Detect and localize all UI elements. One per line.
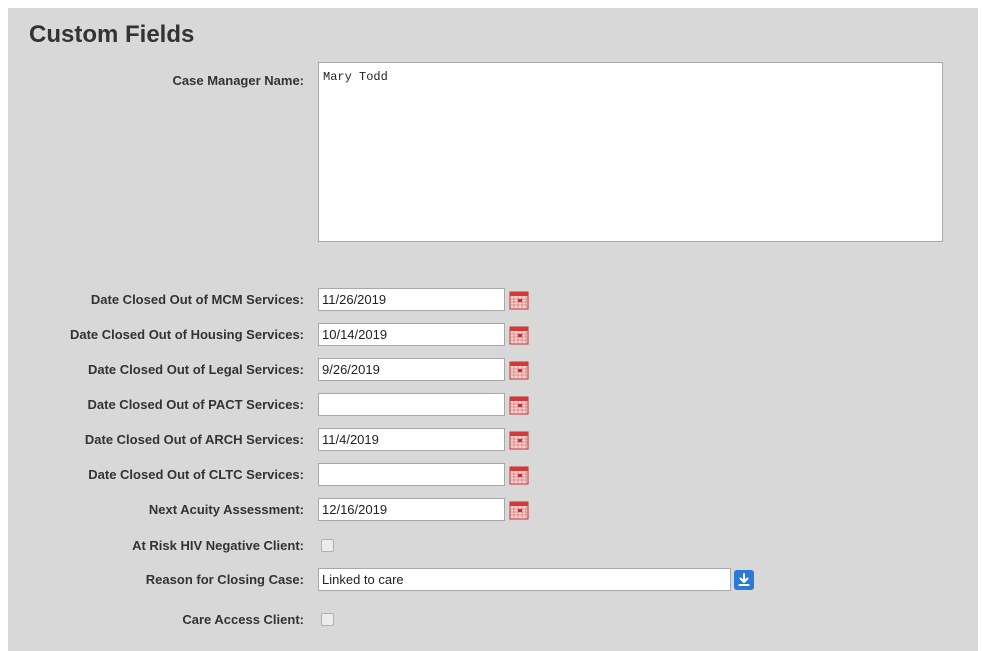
reason-closing-label: Reason for Closing Case:	[145, 572, 304, 587]
calendar-icon[interactable]	[509, 360, 529, 380]
date-label-arch: Date Closed Out of ARCH Services:	[84, 432, 304, 447]
calendar-icon[interactable]	[509, 430, 529, 450]
date-input-acuity[interactable]	[318, 498, 505, 521]
date-input-cltc[interactable]	[318, 463, 505, 486]
date-row-mcm: Date Closed Out of MCM Services:	[8, 288, 978, 312]
calendar-icon[interactable]	[509, 395, 529, 415]
at-risk-row: At Risk HIV Negative Client:	[8, 534, 978, 558]
care-access-checkbox[interactable]	[321, 613, 334, 626]
care-access-row: Care Access Client:	[8, 608, 978, 632]
reason-closing-select[interactable]: Linked to care	[318, 568, 731, 591]
date-label-acuity: Next Acuity Assessment:	[148, 502, 304, 517]
date-input-mcm[interactable]	[318, 288, 505, 311]
date-input-arch[interactable]	[318, 428, 505, 451]
date-row-legal: Date Closed Out of Legal Services:	[8, 358, 978, 382]
date-row-pact: Date Closed Out of PACT Services:	[8, 393, 978, 417]
date-row-arch: Date Closed Out of ARCH Services:	[8, 428, 978, 452]
at-risk-label: At Risk HIV Negative Client:	[132, 538, 304, 553]
download-arrow-icon[interactable]	[734, 570, 754, 590]
calendar-icon[interactable]	[509, 325, 529, 345]
date-label-pact: Date Closed Out of PACT Services:	[87, 397, 304, 412]
date-label-housing: Date Closed Out of Housing Services:	[69, 327, 304, 342]
date-label-mcm: Date Closed Out of MCM Services:	[90, 292, 304, 307]
date-label-cltc: Date Closed Out of CLTC Services:	[88, 467, 304, 482]
date-row-acuity: Next Acuity Assessment:	[8, 498, 978, 522]
calendar-icon[interactable]	[509, 500, 529, 520]
calendar-icon[interactable]	[509, 290, 529, 310]
care-access-label: Care Access Client:	[182, 612, 304, 627]
case-manager-textarea[interactable]: Mary Todd	[318, 62, 943, 242]
reason-closing-row: Reason for Closing Case: Linked to care	[8, 568, 978, 592]
date-input-legal[interactable]	[318, 358, 505, 381]
date-row-cltc: Date Closed Out of CLTC Services:	[8, 463, 978, 487]
custom-fields-panel: Custom Fields Case Manager Name: Mary To…	[8, 8, 978, 651]
calendar-icon[interactable]	[509, 465, 529, 485]
at-risk-checkbox[interactable]	[321, 539, 334, 552]
date-input-housing[interactable]	[318, 323, 505, 346]
date-row-housing: Date Closed Out of Housing Services:	[8, 323, 978, 347]
date-label-legal: Date Closed Out of Legal Services:	[87, 362, 304, 377]
section-title: Custom Fields	[29, 21, 195, 48]
date-input-pact[interactable]	[318, 393, 505, 416]
case-manager-label: Case Manager Name:	[172, 73, 305, 88]
